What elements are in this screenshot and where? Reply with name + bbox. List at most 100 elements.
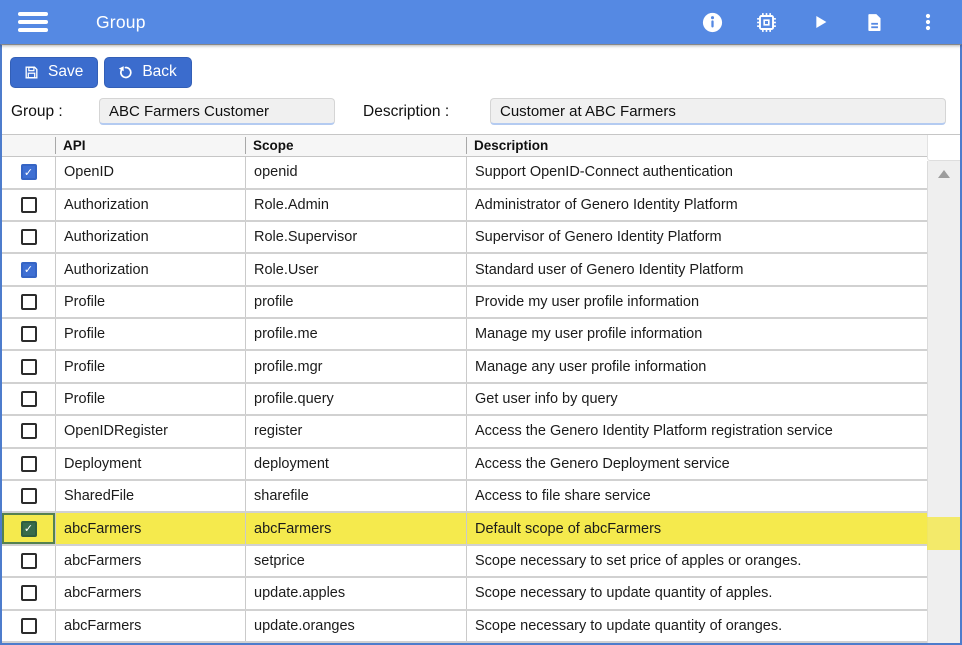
row-checkbox-cell[interactable]	[2, 319, 55, 349]
scope-cell[interactable]: profile.query	[245, 384, 466, 414]
row-checkbox-cell[interactable]	[2, 611, 55, 641]
description-input[interactable]	[490, 98, 946, 125]
scope-column-header[interactable]: Scope	[245, 137, 466, 154]
description-cell[interactable]: Scope necessary to update quantity of ap…	[466, 578, 927, 608]
scope-cell[interactable]: openid	[245, 157, 466, 187]
row-checkbox-cell[interactable]	[2, 513, 55, 543]
row-checkbox[interactable]	[21, 197, 37, 213]
api-cell[interactable]: Deployment	[55, 449, 245, 479]
row-checkbox[interactable]	[21, 521, 37, 537]
scroll-up-arrow-icon[interactable]	[938, 170, 950, 178]
row-checkbox-cell[interactable]	[2, 157, 55, 187]
description-cell[interactable]: Supervisor of Genero Identity Platform	[466, 222, 927, 252]
description-cell[interactable]: Provide my user profile information	[466, 287, 927, 317]
scope-cell[interactable]: update.apples	[245, 578, 466, 608]
description-cell[interactable]: Access the Genero Identity Platform regi…	[466, 416, 927, 446]
api-cell[interactable]: Profile	[55, 351, 245, 381]
row-checkbox[interactable]	[21, 618, 37, 634]
row-checkbox[interactable]	[21, 294, 37, 310]
row-checkbox[interactable]	[21, 229, 37, 245]
api-cell[interactable]: Authorization	[55, 254, 245, 284]
row-checkbox[interactable]	[21, 553, 37, 569]
description-cell[interactable]: Support OpenID-Connect authentication	[466, 157, 927, 187]
row-checkbox-cell[interactable]	[2, 416, 55, 446]
vertical-scrollbar[interactable]	[927, 135, 960, 643]
scope-cell[interactable]: profile.me	[245, 319, 466, 349]
save-icon	[23, 64, 40, 81]
scope-cell[interactable]: setprice	[245, 546, 466, 576]
row-checkbox-cell[interactable]	[2, 481, 55, 511]
scope-cell[interactable]: sharefile	[245, 481, 466, 511]
table-row: abcFarmers update.apples Scope necessary…	[2, 578, 927, 610]
row-checkbox-cell[interactable]	[2, 222, 55, 252]
api-column-header[interactable]: API	[55, 137, 245, 154]
table-body: OpenID openid Support OpenID-Connect aut…	[2, 157, 927, 643]
row-checkbox[interactable]	[21, 391, 37, 407]
description-cell[interactable]: Access the Genero Deployment service	[466, 449, 927, 479]
table-row: abcFarmers setprice Scope necessary to s…	[2, 546, 927, 578]
save-button[interactable]: Save	[10, 57, 98, 88]
scope-cell[interactable]: profile	[245, 287, 466, 317]
api-cell[interactable]: abcFarmers	[55, 546, 245, 576]
description-cell[interactable]: Scope necessary to update quantity of or…	[466, 611, 927, 641]
row-checkbox[interactable]	[21, 456, 37, 472]
api-cell[interactable]: SharedFile	[55, 481, 245, 511]
scope-cell[interactable]: deployment	[245, 449, 466, 479]
description-column-header[interactable]: Description	[466, 137, 927, 154]
row-checkbox[interactable]	[21, 585, 37, 601]
processor-icon[interactable]	[754, 10, 778, 34]
api-cell[interactable]: Profile	[55, 384, 245, 414]
api-cell[interactable]: abcFarmers	[55, 611, 245, 641]
row-checkbox[interactable]	[21, 326, 37, 342]
scope-cell[interactable]: abcFarmers	[245, 513, 466, 543]
row-checkbox-cell[interactable]	[2, 190, 55, 220]
api-cell[interactable]: Profile	[55, 319, 245, 349]
group-input[interactable]	[99, 98, 335, 125]
row-checkbox[interactable]	[21, 164, 37, 180]
description-cell[interactable]: Standard user of Genero Identity Platfor…	[466, 254, 927, 284]
row-checkbox-cell[interactable]	[2, 449, 55, 479]
table-row: Authorization Role.Admin Administrator o…	[2, 190, 927, 222]
app-bar: Group	[0, 0, 962, 44]
api-cell[interactable]: OpenIDRegister	[55, 416, 245, 446]
description-cell[interactable]: Get user info by query	[466, 384, 927, 414]
table-main: API Scope Description OpenID openid Supp…	[2, 135, 927, 643]
row-checkbox[interactable]	[21, 262, 37, 278]
api-cell[interactable]: abcFarmers	[55, 513, 245, 543]
description-cell[interactable]: Manage any user profile information	[466, 351, 927, 381]
description-cell[interactable]: Scope necessary to set price of apples o…	[466, 546, 927, 576]
description-cell[interactable]: Administrator of Genero Identity Platfor…	[466, 190, 927, 220]
info-icon[interactable]	[700, 10, 724, 34]
api-cell[interactable]: Authorization	[55, 190, 245, 220]
row-checkbox-cell[interactable]	[2, 254, 55, 284]
scope-cell[interactable]: register	[245, 416, 466, 446]
row-checkbox[interactable]	[21, 359, 37, 375]
description-cell[interactable]: Default scope of abcFarmers	[466, 513, 927, 543]
appbar-actions	[700, 10, 946, 34]
api-cell[interactable]: Profile	[55, 287, 245, 317]
report-icon[interactable]	[862, 10, 886, 34]
row-checkbox-cell[interactable]	[2, 351, 55, 381]
overflow-menu-icon[interactable]	[916, 10, 940, 34]
row-checkbox-cell[interactable]	[2, 578, 55, 608]
api-cell[interactable]: Authorization	[55, 222, 245, 252]
description-cell[interactable]: Manage my user profile information	[466, 319, 927, 349]
run-icon[interactable]	[808, 10, 832, 34]
row-checkbox-cell[interactable]	[2, 546, 55, 576]
table-row: Authorization Role.Supervisor Supervisor…	[2, 222, 927, 254]
scope-cell[interactable]: profile.mgr	[245, 351, 466, 381]
scrollbar-track[interactable]	[927, 161, 960, 643]
scope-cell[interactable]: Role.User	[245, 254, 466, 284]
api-cell[interactable]: OpenID	[55, 157, 245, 187]
scope-cell[interactable]: update.oranges	[245, 611, 466, 641]
hamburger-menu-icon[interactable]	[18, 12, 48, 32]
back-button[interactable]: Back	[104, 57, 191, 88]
row-checkbox-cell[interactable]	[2, 287, 55, 317]
scope-cell[interactable]: Role.Supervisor	[245, 222, 466, 252]
row-checkbox[interactable]	[21, 423, 37, 439]
description-cell[interactable]: Access to file share service	[466, 481, 927, 511]
row-checkbox[interactable]	[21, 488, 37, 504]
row-checkbox-cell[interactable]	[2, 384, 55, 414]
scope-cell[interactable]: Role.Admin	[245, 190, 466, 220]
api-cell[interactable]: abcFarmers	[55, 578, 245, 608]
